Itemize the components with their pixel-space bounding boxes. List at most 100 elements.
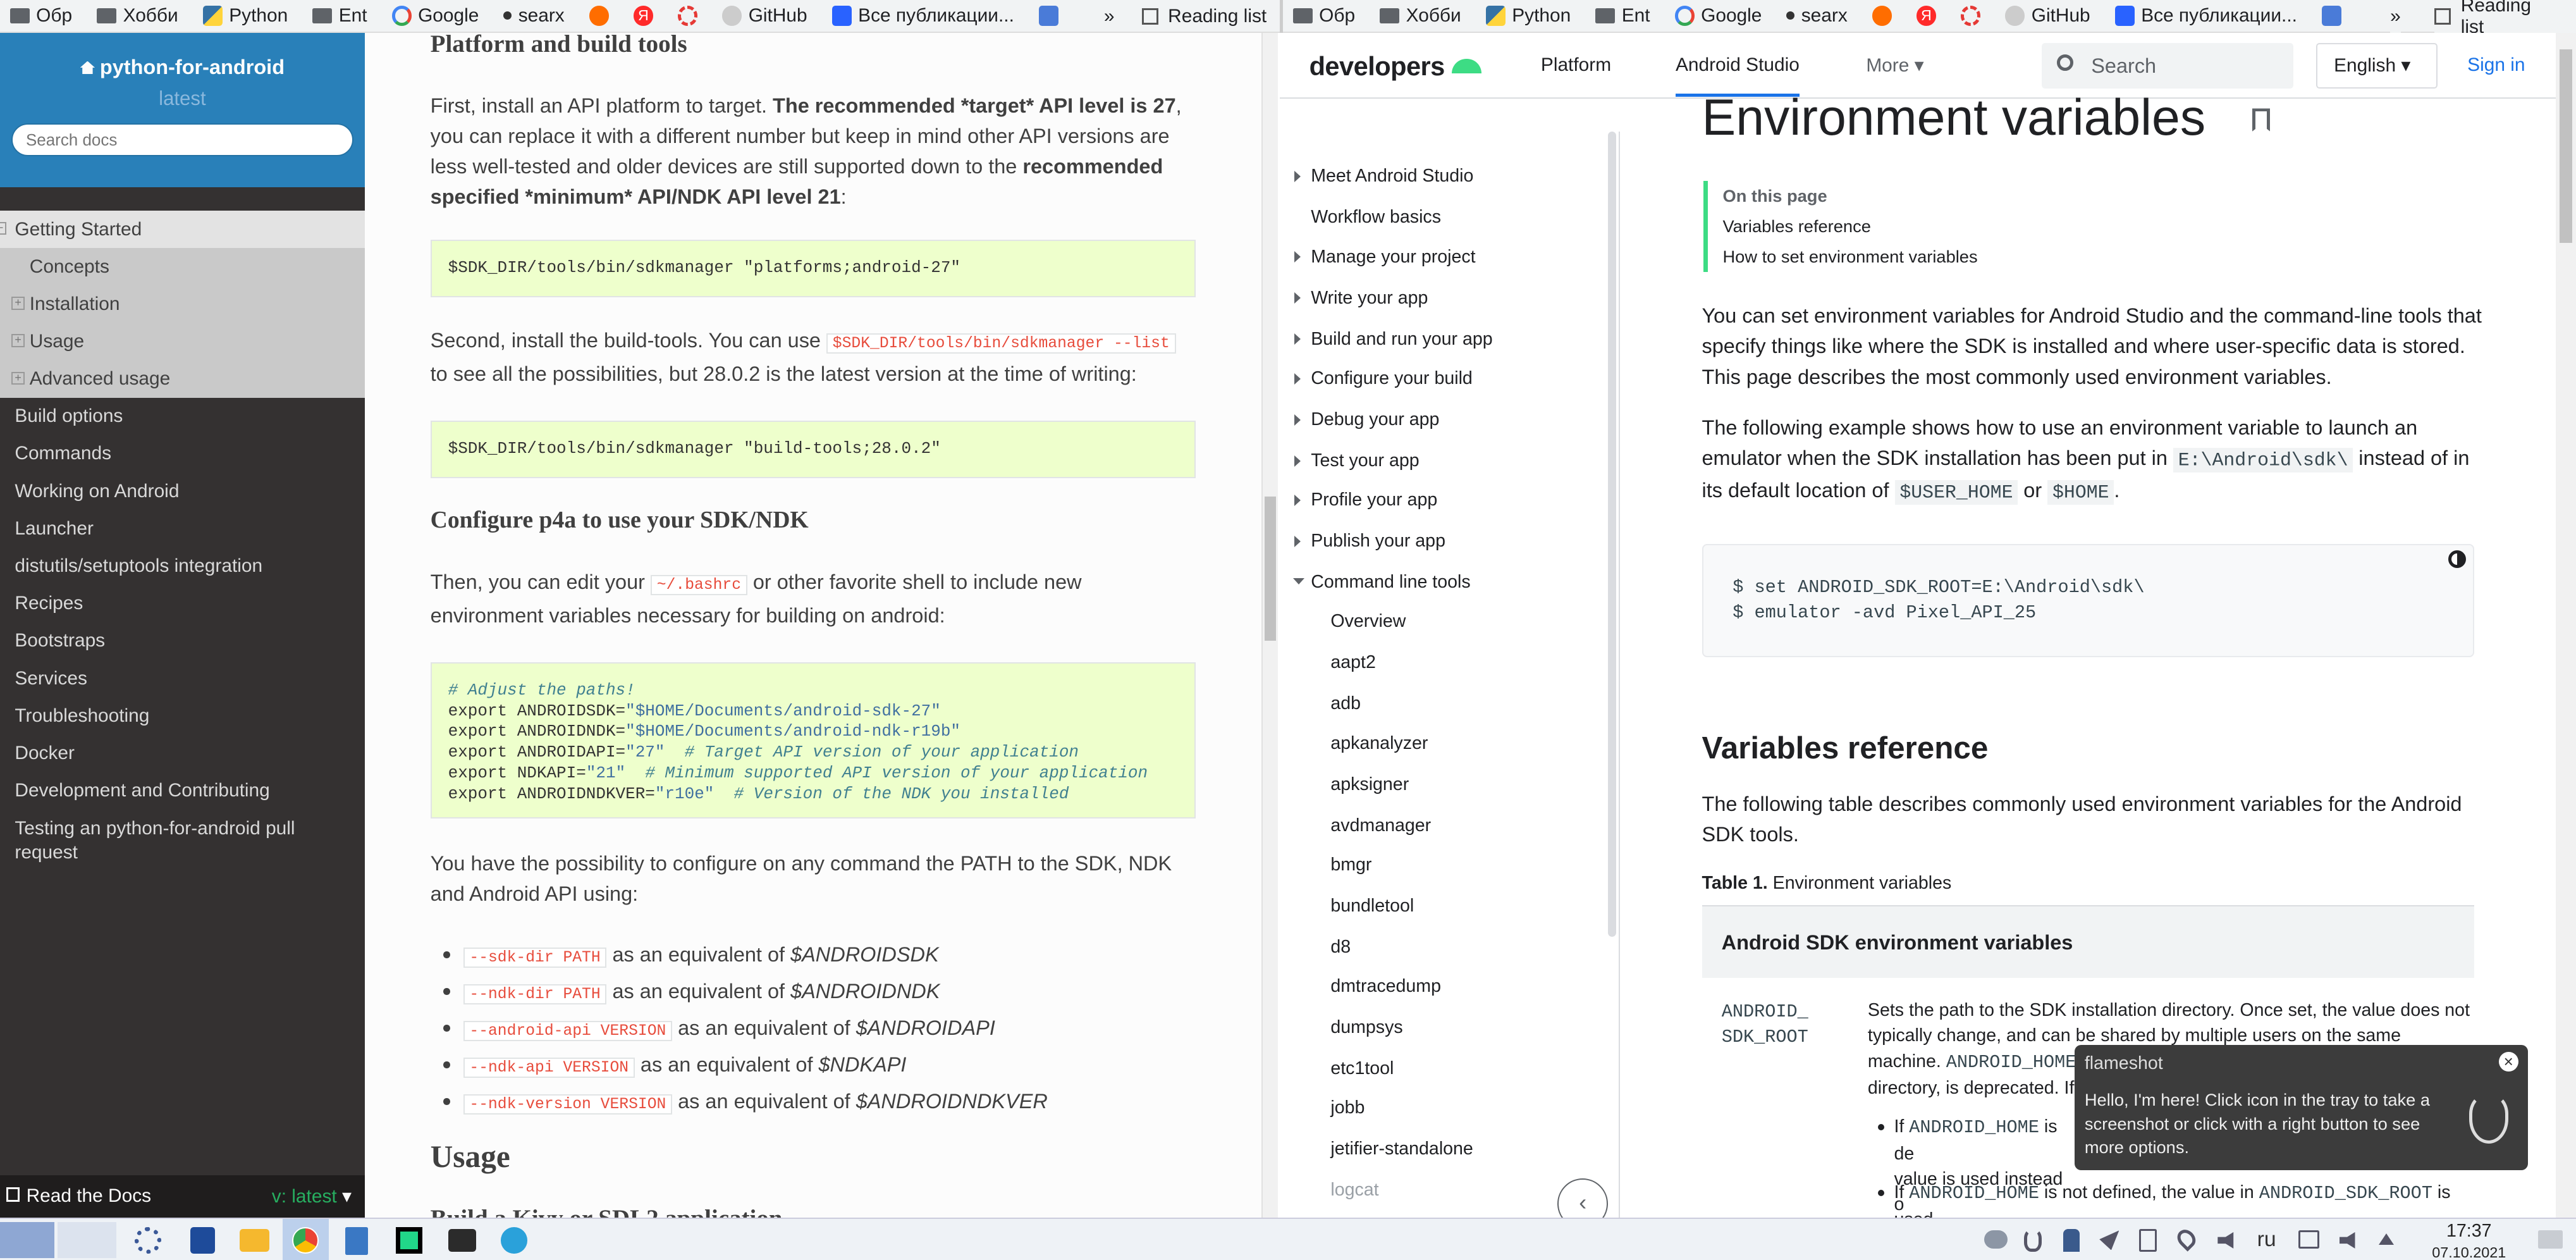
nav-item[interactable]: Services [0, 660, 365, 697]
bookmark-github[interactable]: GitHub [2005, 5, 2090, 27]
bookmark-icon-only[interactable]: Я [1916, 6, 1937, 26]
toc-item[interactable]: How to set environment variables [1722, 242, 1977, 272]
subnav-item[interactable]: apkanalyzer [1330, 733, 1428, 754]
bookmark-searx[interactable]: searx [1786, 5, 1848, 27]
bookmark-icon-only[interactable]: Я [633, 6, 654, 26]
telegram-icon[interactable] [501, 1227, 527, 1254]
nav-item-concepts[interactable]: Concepts [0, 247, 365, 285]
clock[interactable]: 17:37 07.10.2021 [2418, 1222, 2520, 1260]
theme-toggle-icon[interactable] [2448, 550, 2467, 569]
bookmark-folder[interactable]: Хобби [97, 5, 178, 27]
subnav-item[interactable]: dmtracedump [1330, 976, 1441, 997]
nav-item-test[interactable]: Test your app [1294, 450, 1420, 471]
nav-scrollbar-thumb[interactable] [1608, 131, 1617, 937]
subnav-item[interactable]: jobb [1330, 1097, 1365, 1118]
nav-item[interactable]: Bootstraps [0, 622, 365, 660]
bookmark-folder[interactable]: Обр [1292, 5, 1355, 27]
weather-cloud-icon[interactable] [1984, 1230, 2008, 1249]
bookmark-python[interactable]: Python [202, 5, 288, 27]
nav-item-advanced-usage[interactable]: + Advanced usage [0, 360, 365, 398]
subnav-item[interactable]: dumpsys [1330, 1017, 1402, 1038]
scrollbar-thumb[interactable] [1264, 496, 1277, 641]
tab-platform[interactable]: Platform [1541, 54, 1611, 76]
editor-icon[interactable] [345, 1227, 368, 1256]
flameshot-notification[interactable]: flameshot × Hello, I'm here! Click icon … [2075, 1045, 2529, 1170]
bookmark-google[interactable]: Google [1674, 5, 1762, 27]
subnav-item[interactable]: bmgr [1330, 855, 1371, 875]
nav-item[interactable]: Testing an python-for-android pull reque… [0, 810, 312, 872]
bookmark-folder[interactable]: Ent [1595, 5, 1650, 27]
bookmarks-more-right[interactable]: » [2390, 0, 2401, 33]
nav-item[interactable]: Build options [0, 398, 365, 435]
nav-item-usage[interactable]: + Usage [0, 323, 365, 361]
subnav-item[interactable]: etc1tool [1330, 1058, 1394, 1079]
bookmark-searx[interactable]: searx [503, 5, 565, 27]
bookmark-icon-only[interactable] [2321, 6, 2342, 26]
shield-app-icon[interactable] [190, 1227, 216, 1254]
bookmark-publications[interactable]: Все публикации... [2114, 5, 2297, 27]
nav-item[interactable]: Docker [0, 735, 365, 772]
nav-item-debug[interactable]: Debug your app [1294, 409, 1439, 430]
toc-item[interactable]: Variables reference [1722, 211, 1977, 242]
flameshot-tray-icon[interactable] [2023, 1228, 2042, 1252]
workspace-1[interactable] [0, 1222, 54, 1259]
developers-logo[interactable]: developers [1309, 51, 1481, 82]
project-title-link[interactable]: python-for-android [0, 56, 365, 79]
bookmark-folder[interactable]: Хобби [1380, 5, 1461, 27]
bookmark-icon-only[interactable] [1038, 6, 1059, 26]
nav-item-profile[interactable]: Profile your app [1294, 490, 1437, 510]
nav-item[interactable]: Working on Android [0, 472, 365, 510]
bookmark-google[interactable]: Google [391, 5, 479, 27]
location-icon[interactable] [2173, 1226, 2200, 1252]
nav-item-publish[interactable]: Publish your app [1294, 531, 1445, 552]
settings-icon[interactable] [135, 1227, 161, 1254]
user-tray-icon[interactable] [2063, 1228, 2080, 1252]
subnav-item[interactable]: jetifier-standalone [1330, 1139, 1473, 1159]
subnav-item[interactable]: bundletool [1330, 896, 1414, 917]
subnav-item[interactable]: d8 [1330, 937, 1351, 958]
bookmark-folder[interactable]: Ent [312, 5, 367, 27]
chrome-icon[interactable] [292, 1227, 319, 1254]
subnav-item[interactable]: logcat [1330, 1180, 1378, 1201]
bookmark-icon-only[interactable] [1961, 6, 1981, 26]
subnav-item[interactable]: aapt2 [1330, 652, 1375, 673]
nav-item-configure[interactable]: Configure your build [1294, 368, 1473, 389]
nav-item[interactable]: Launcher [0, 510, 365, 547]
bookmark-github[interactable]: GitHub [722, 5, 807, 27]
nav-item-workflow[interactable]: Workflow basics [1311, 207, 1441, 228]
subnav-item[interactable]: Overview [1330, 611, 1406, 632]
notification-icon[interactable] [2298, 1230, 2320, 1249]
tray-expand-icon[interactable] [2378, 1233, 2394, 1245]
rtd-footer[interactable]: Read the Docs v: latest ▾ [0, 1175, 365, 1218]
nav-item[interactable]: Recipes [0, 585, 365, 622]
reading-list-right[interactable]: Reading list [2434, 0, 2576, 37]
clipboard-icon[interactable] [2138, 1228, 2157, 1252]
close-icon[interactable]: × [2498, 1051, 2518, 1072]
nav-item-manage[interactable]: Manage your project [1294, 247, 1476, 268]
speaker-icon[interactable] [2339, 1232, 2355, 1249]
file-manager-icon[interactable] [240, 1228, 270, 1252]
bookmark-icon-only[interactable] [677, 6, 698, 26]
subnav-item[interactable]: avdmanager [1330, 815, 1431, 836]
scrollbar[interactable] [2556, 32, 2576, 1218]
scrollbar[interactable] [1261, 32, 1279, 1218]
bookmark-icon-only[interactable] [1872, 6, 1892, 26]
workspace-2[interactable] [57, 1222, 117, 1259]
nav-item-command-line-tools[interactable]: Command line tools [1292, 572, 1471, 593]
nav-item[interactable]: distutils/setuptools integration [0, 548, 365, 585]
language-select[interactable]: English ▾ [2316, 42, 2438, 89]
nav-item-meet[interactable]: Meet Android Studio [1294, 166, 1473, 187]
bookmark-folder[interactable]: Обр [9, 5, 72, 27]
subnav-item[interactable]: apksigner [1330, 774, 1409, 795]
nav-item[interactable]: Commands [0, 435, 365, 472]
nav-item-build-run[interactable]: Build and run your app [1294, 329, 1493, 350]
nav-item[interactable]: Development and Contributing [0, 772, 365, 810]
tab-more[interactable]: More ▾ [1866, 54, 1923, 77]
collapse-nav-button[interactable]: ‹ [1557, 1178, 1609, 1218]
terminal-icon[interactable] [448, 1228, 477, 1252]
bookmark-python[interactable]: Python [1485, 5, 1571, 27]
bookmark-icon[interactable] [2252, 108, 2271, 132]
reading-list-left[interactable]: Reading list [1141, 0, 1267, 33]
pycharm-icon[interactable] [396, 1227, 422, 1254]
subnav-item[interactable]: adb [1330, 693, 1361, 714]
